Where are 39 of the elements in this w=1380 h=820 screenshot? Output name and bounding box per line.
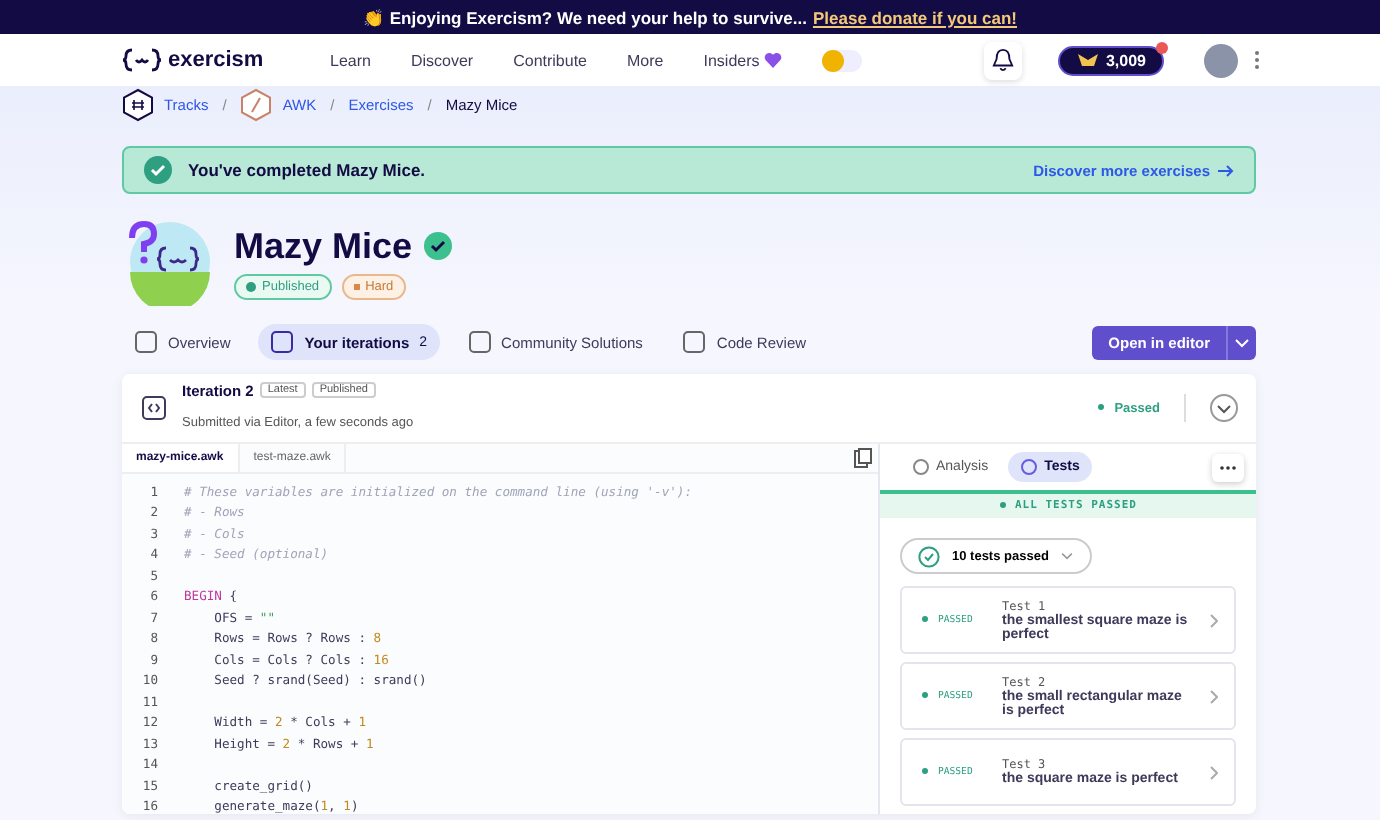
exercise-title: Mazy Mice	[234, 225, 413, 267]
tab-icon	[912, 458, 930, 476]
nav-link[interactable]: Insiders	[703, 51, 782, 69]
reputation-button[interactable]: 3,009	[1057, 45, 1164, 75]
chevron-right-icon	[1210, 613, 1218, 627]
theme-toggle[interactable]	[821, 49, 862, 71]
tab-icon	[467, 330, 492, 354]
nav-link[interactable]: Learn	[330, 51, 371, 69]
heart-icon	[763, 52, 782, 68]
nav-link[interactable]: Contribute	[513, 51, 588, 69]
tab-icon	[1020, 458, 1039, 476]
donate-link[interactable]: Please donate if you can!	[812, 7, 1018, 27]
check-circle-icon	[918, 545, 940, 567]
nav-link[interactable]: More	[627, 51, 664, 69]
notifications-button[interactable]	[983, 41, 1022, 79]
editor-options-button[interactable]	[1226, 325, 1256, 359]
arrow-right-icon	[1218, 163, 1234, 177]
bell-icon	[991, 48, 1014, 72]
copy-icon[interactable]	[854, 448, 872, 468]
braces-face-icon	[122, 48, 162, 72]
more-icon[interactable]	[1254, 50, 1260, 70]
chevron-down-icon	[1060, 552, 1075, 560]
nav-link[interactable]: Discover	[410, 51, 474, 69]
chevron-right-icon	[1210, 765, 1218, 779]
exercism-logo[interactable]: exercism	[122, 48, 330, 72]
rank-icon	[1075, 52, 1100, 68]
code-icon	[142, 396, 166, 420]
check-circle-icon	[144, 156, 172, 184]
user-avatar[interactable]	[1204, 43, 1238, 77]
banner-text: 👏 Enjoying Exercism? We need your help to survive...	[362, 7, 807, 27]
completion-message: You've completed Mazy Mice.	[188, 160, 428, 180]
chevron-down-icon	[1216, 403, 1232, 413]
chevron-right-icon	[1210, 689, 1218, 703]
tab-icon	[134, 330, 158, 354]
expand-button[interactable]	[1210, 394, 1238, 422]
caret-icon	[1234, 337, 1250, 347]
tab-icon	[270, 330, 295, 354]
tab-icon	[682, 330, 707, 354]
more-options-button[interactable]	[1212, 453, 1244, 481]
